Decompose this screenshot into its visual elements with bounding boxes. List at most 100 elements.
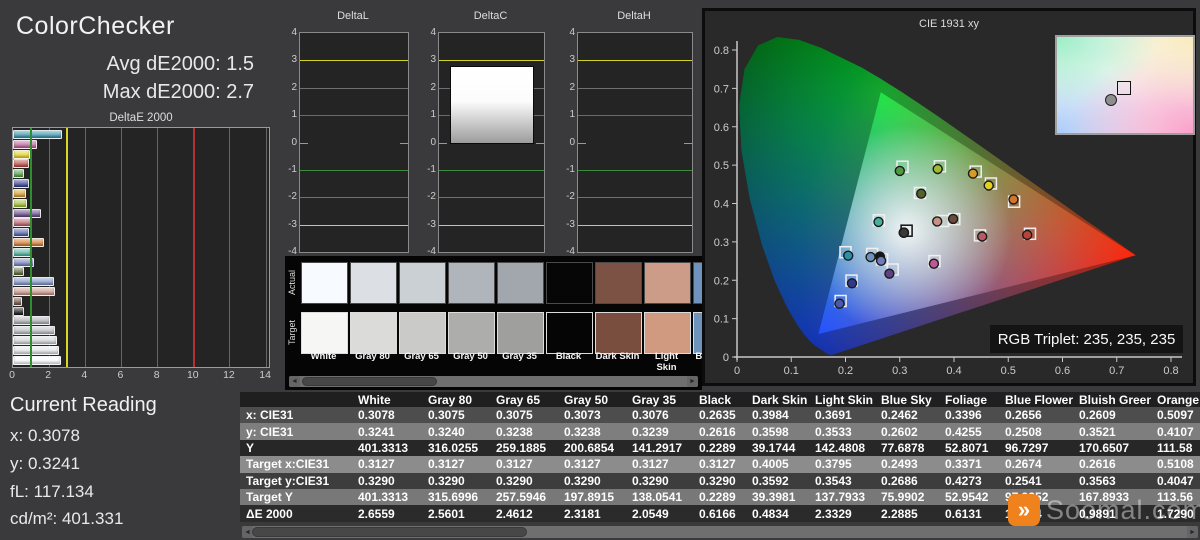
table-cell: Gray 50 — [558, 392, 626, 407]
x-tick-label: 10 — [183, 369, 203, 381]
table-cell: 0.3078 — [352, 407, 422, 423]
svg-text:0.3: 0.3 — [714, 237, 729, 249]
swatch-actual-gray-50 — [448, 262, 495, 304]
table-cell: 0.2609 — [1073, 407, 1151, 423]
swatch-target-gray-50 — [448, 312, 495, 354]
x-tick-label: 6 — [110, 369, 130, 381]
swatch-label: Gray 50 — [448, 351, 493, 362]
scroll-left-icon[interactable]: ◄ — [289, 376, 300, 387]
table-cell: 138.0541 — [626, 489, 693, 505]
y-tick-label: 3 — [282, 54, 297, 65]
y-tick-label: 4 — [560, 27, 575, 38]
table-row: Y401.3313316.0255259.1885200.6854141.291… — [240, 440, 1200, 456]
table-cell: 0.3127 — [422, 456, 490, 472]
table-row: Target y:CIE310.32900.32900.32900.32900.… — [240, 473, 1200, 489]
zero-tick — [536, 143, 544, 144]
table-cell: 0.2616 — [693, 423, 746, 439]
table-cell: Gray 65 — [490, 392, 558, 407]
whitepoint-zoom-inset — [1055, 35, 1195, 135]
scroll-right-icon[interactable]: ► — [687, 376, 698, 387]
table-cell: 401.3313 — [352, 489, 422, 505]
table-cell: Dark Skin — [746, 392, 809, 407]
table-cell: 0.3073 — [558, 407, 626, 423]
y-tick-label: 3 — [560, 54, 575, 65]
table-cell: 0.3521 — [1073, 423, 1151, 439]
swatch-scrollbar[interactable]: ◄ ► — [289, 376, 698, 387]
table-cell: 111.58 — [1151, 440, 1200, 456]
deltae-bar-gray-65 — [13, 336, 57, 345]
y-tick-label: -3 — [560, 219, 575, 230]
svg-text:0.6: 0.6 — [714, 122, 729, 134]
table-cell: 2.3181 — [558, 505, 626, 521]
y-tick-label: -3 — [421, 219, 436, 230]
swatch-target-gray-35 — [497, 312, 544, 354]
swatch-scrollbar-thumb[interactable] — [302, 377, 437, 386]
table-scrollbar-thumb[interactable] — [252, 527, 527, 537]
scroll-right-icon[interactable]: ► — [1187, 526, 1198, 538]
y-tick-label: -3 — [282, 219, 297, 230]
svg-text:0: 0 — [723, 352, 729, 364]
table-cell: 401.3313 — [352, 440, 422, 456]
swatch-target-black — [546, 312, 593, 354]
swatch-actual-light-skin — [644, 262, 691, 304]
table-cell: 259.1885 — [490, 440, 558, 456]
table-scrollbar[interactable]: ◄ ► — [242, 526, 1198, 538]
cie-1931-chart-panel: 0 0.1 0.2 0.3 0.4 0.5 0.6 0.7 0.8 0 0.1 … — [702, 8, 1196, 386]
table-cell: 0.3290 — [693, 473, 746, 489]
row-label — [240, 392, 352, 407]
table-cell: 0.6166 — [693, 505, 746, 521]
svg-text:CIE 1931 xy: CIE 1931 xy — [919, 18, 979, 30]
deltae-bar-yellow — [13, 150, 30, 159]
table-cell: 0.3592 — [746, 473, 809, 489]
table-cell: 0.3290 — [352, 473, 422, 489]
deltae-bar-white — [13, 356, 61, 365]
table-cell: 0.2602 — [875, 423, 939, 439]
deltae-bar-dark-skin — [13, 297, 22, 306]
svg-text:0.3: 0.3 — [892, 365, 907, 377]
y-tick-label: 0 — [282, 137, 297, 148]
gridline--3 — [300, 225, 408, 226]
deltae-bar-red — [13, 159, 29, 168]
reading-x-value: x: 0.3078 — [10, 426, 80, 446]
table-cell: 0.3238 — [558, 423, 626, 439]
table-cell: 52.9542 — [939, 489, 999, 505]
table-cell: 0.3239 — [626, 423, 693, 439]
table-cell: 0.3795 — [809, 456, 875, 472]
gridline-1 — [300, 115, 408, 116]
deltae-bar-cyan — [13, 130, 62, 139]
deltal-chart-title: DeltaL — [299, 10, 407, 22]
row-label: Target x:CIE31 — [240, 456, 352, 472]
x-tick-label: 2 — [38, 369, 58, 381]
deltae2000-chart-title: DeltaE 2000 — [12, 112, 270, 124]
swatch-actual-blue-sky — [693, 262, 702, 304]
gridline--1 — [300, 170, 408, 171]
table-cell: 0.3984 — [746, 407, 809, 423]
table-cell: 0.4255 — [939, 423, 999, 439]
deltah-chart-title: DeltaH — [577, 10, 691, 22]
table-cell: 0.3238 — [490, 423, 558, 439]
swatch-label: Light Skin — [644, 351, 689, 373]
deltae-bar-orange-yellow — [13, 189, 26, 198]
deltac-chart: 43210-1-2-3-4 — [438, 32, 545, 253]
soomal-logo-icon: » — [1008, 494, 1040, 526]
gridline--3 — [578, 225, 692, 226]
gridline-2 — [300, 88, 408, 89]
swatch-label: White — [301, 351, 346, 362]
table-cell: 0.2674 — [999, 456, 1073, 472]
gridline--1 — [439, 170, 544, 171]
swatch-actual-dark-skin — [595, 262, 642, 304]
svg-text:0: 0 — [734, 365, 740, 377]
table-cell: Black — [693, 392, 746, 407]
table-cell: 0.2493 — [875, 456, 939, 472]
swatch-target-white — [301, 312, 348, 354]
table-cell: Light Skin — [809, 392, 875, 407]
table-cell: 96.7297 — [999, 440, 1073, 456]
table-cell: 2.4612 — [490, 505, 558, 521]
whitepoint-measured-marker — [1105, 94, 1117, 106]
table-cell: 142.4808 — [809, 440, 875, 456]
gridline-3 — [300, 60, 408, 61]
table-cell: 141.2917 — [626, 440, 693, 456]
table-cell: 137.7933 — [809, 489, 875, 505]
deltae-bar-blue — [13, 179, 29, 188]
deltae-bar-light-skin — [13, 287, 55, 296]
